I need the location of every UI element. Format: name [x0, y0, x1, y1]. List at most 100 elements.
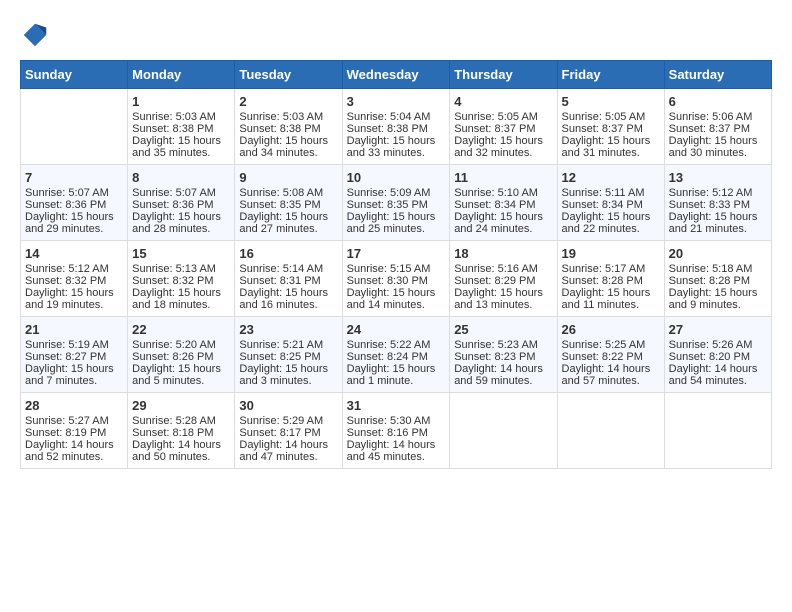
- sunrise-text: Sunrise: 5:03 AM: [239, 111, 323, 123]
- sunset-text: Sunset: 8:31 PM: [239, 275, 320, 287]
- daylight-text: Daylight: 15 hours and 25 minutes.: [347, 211, 436, 235]
- sunset-text: Sunset: 8:33 PM: [669, 199, 750, 211]
- calendar-cell: 4Sunrise: 5:05 AMSunset: 8:37 PMDaylight…: [450, 89, 557, 165]
- daylight-text: Daylight: 15 hours and 19 minutes.: [25, 287, 114, 311]
- calendar-cell: 1Sunrise: 5:03 AMSunset: 8:38 PMDaylight…: [128, 89, 235, 165]
- daylight-text: Daylight: 15 hours and 5 minutes.: [132, 363, 221, 387]
- calendar-cell: [450, 393, 557, 469]
- daylight-text: Daylight: 15 hours and 31 minutes.: [562, 135, 651, 159]
- sunrise-text: Sunrise: 5:07 AM: [25, 187, 109, 199]
- week-row-5: 28Sunrise: 5:27 AMSunset: 8:19 PMDayligh…: [21, 393, 772, 469]
- page-header: [20, 20, 772, 50]
- day-number: 15: [132, 246, 230, 261]
- sunset-text: Sunset: 8:35 PM: [347, 199, 428, 211]
- day-number: 19: [562, 246, 660, 261]
- calendar-cell: 2Sunrise: 5:03 AMSunset: 8:38 PMDaylight…: [235, 89, 342, 165]
- day-number: 31: [347, 398, 446, 413]
- sunrise-text: Sunrise: 5:05 AM: [454, 111, 538, 123]
- daylight-text: Daylight: 15 hours and 16 minutes.: [239, 287, 328, 311]
- calendar-cell: 10Sunrise: 5:09 AMSunset: 8:35 PMDayligh…: [342, 165, 450, 241]
- calendar-cell: 15Sunrise: 5:13 AMSunset: 8:32 PMDayligh…: [128, 241, 235, 317]
- sunrise-text: Sunrise: 5:28 AM: [132, 415, 216, 427]
- sunset-text: Sunset: 8:22 PM: [562, 351, 643, 363]
- day-number: 9: [239, 170, 337, 185]
- daylight-text: Daylight: 14 hours and 59 minutes.: [454, 363, 543, 387]
- sunrise-text: Sunrise: 5:15 AM: [347, 263, 431, 275]
- sunset-text: Sunset: 8:37 PM: [562, 123, 643, 135]
- daylight-text: Daylight: 15 hours and 22 minutes.: [562, 211, 651, 235]
- sunrise-text: Sunrise: 5:23 AM: [454, 339, 538, 351]
- calendar-cell: 8Sunrise: 5:07 AMSunset: 8:36 PMDaylight…: [128, 165, 235, 241]
- calendar-cell: 13 Sunrise: 5:12 AMSunset: 8:33 PMDayligh…: [664, 165, 771, 241]
- day-number: 22: [132, 322, 230, 337]
- sunset-text: Sunset: 8:37 PM: [454, 123, 535, 135]
- day-number: 7: [25, 170, 123, 185]
- sunrise-text: Sunrise: 5:22 AM: [347, 339, 431, 351]
- day-number: 24: [347, 322, 446, 337]
- sunset-text: Sunset: 8:25 PM: [239, 351, 320, 363]
- sunrise-text: Sunrise: 5:07 AM: [132, 187, 216, 199]
- calendar-cell: 29Sunrise: 5:28 AMSunset: 8:18 PMDayligh…: [128, 393, 235, 469]
- calendar-cell: 6Sunrise: 5:06 AMSunset: 8:37 PMDaylight…: [664, 89, 771, 165]
- calendar-cell: [664, 393, 771, 469]
- day-number: 4: [454, 94, 552, 109]
- calendar-cell: 3Sunrise: 5:04 AMSunset: 8:38 PMDaylight…: [342, 89, 450, 165]
- sunrise-text: Sunrise: 5:03 AM: [132, 111, 216, 123]
- sunset-text: Sunset: 8:34 PM: [562, 199, 643, 211]
- calendar-cell: 18Sunrise: 5:16 AMSunset: 8:29 PMDayligh…: [450, 241, 557, 317]
- day-number: 18: [454, 246, 552, 261]
- sunset-text: Sunset: 8:32 PM: [132, 275, 213, 287]
- daylight-text: Daylight: 15 hours and 28 minutes.: [132, 211, 221, 235]
- day-number: 2: [239, 94, 337, 109]
- daylight-text: Daylight: 15 hours and 34 minutes.: [239, 135, 328, 159]
- logo-icon: [20, 20, 50, 50]
- day-number: 11: [454, 170, 552, 185]
- sunset-text: Sunset: 8:38 PM: [132, 123, 213, 135]
- daylight-text: Daylight: 15 hours and 3 minutes.: [239, 363, 328, 387]
- week-row-2: 7Sunrise: 5:07 AMSunset: 8:36 PMDaylight…: [21, 165, 772, 241]
- sunrise-text: Sunrise: 5:30 AM: [347, 415, 431, 427]
- sunset-text: Sunset: 8:35 PM: [239, 199, 320, 211]
- day-number: 5: [562, 94, 660, 109]
- day-number: 17: [347, 246, 446, 261]
- sunrise-text: Sunrise: 5:10 AM: [454, 187, 538, 199]
- calendar-cell: 21Sunrise: 5:19 AMSunset: 8:27 PMDayligh…: [21, 317, 128, 393]
- day-number: 12: [562, 170, 660, 185]
- calendar-cell: [21, 89, 128, 165]
- sunset-text: Sunset: 8:34 PM: [454, 199, 535, 211]
- daylight-text: Daylight: 14 hours and 47 minutes.: [239, 439, 328, 463]
- daylight-text: Daylight: 15 hours and 21 minutes.: [669, 211, 758, 235]
- sunset-text: Sunset: 8:19 PM: [25, 427, 106, 439]
- day-number: 13: [669, 170, 767, 185]
- sunset-text: Sunset: 8:26 PM: [132, 351, 213, 363]
- daylight-text: Daylight: 15 hours and 11 minutes.: [562, 287, 651, 311]
- sunrise-text: Sunrise: 5:29 AM: [239, 415, 323, 427]
- sunrise-text: Sunrise: 5:12 AM: [669, 187, 753, 199]
- daylight-text: Daylight: 14 hours and 54 minutes.: [669, 363, 758, 387]
- daylight-text: Daylight: 15 hours and 33 minutes.: [347, 135, 436, 159]
- sunrise-text: Sunrise: 5:25 AM: [562, 339, 646, 351]
- daylight-text: Daylight: 14 hours and 52 minutes.: [25, 439, 114, 463]
- sunrise-text: Sunrise: 5:18 AM: [669, 263, 753, 275]
- day-number: 30: [239, 398, 337, 413]
- sunrise-text: Sunrise: 5:21 AM: [239, 339, 323, 351]
- sunset-text: Sunset: 8:27 PM: [25, 351, 106, 363]
- sunrise-text: Sunrise: 5:13 AM: [132, 263, 216, 275]
- sunrise-text: Sunrise: 5:11 AM: [562, 187, 645, 199]
- calendar-cell: 5 Sunrise: 5:05 AMSunset: 8:37 PMDaylight…: [557, 89, 664, 165]
- calendar-cell: 20Sunrise: 5:18 AMSunset: 8:28 PMDayligh…: [664, 241, 771, 317]
- sunrise-text: Sunrise: 5:05 AM: [562, 111, 646, 123]
- calendar-cell: 19Sunrise: 5:17 AMSunset: 8:28 PMDayligh…: [557, 241, 664, 317]
- day-number: 14: [25, 246, 123, 261]
- calendar-cell: 23Sunrise: 5:21 AMSunset: 8:25 PMDayligh…: [235, 317, 342, 393]
- sunset-text: Sunset: 8:36 PM: [132, 199, 213, 211]
- daylight-text: Daylight: 14 hours and 57 minutes.: [562, 363, 651, 387]
- calendar-cell: 25Sunrise: 5:23 AMSunset: 8:23 PMDayligh…: [450, 317, 557, 393]
- header-saturday: Saturday: [664, 61, 771, 89]
- calendar-table: SundayMondayTuesdayWednesdayThursdayFrid…: [20, 60, 772, 469]
- calendar-cell: 24Sunrise: 5:22 AMSunset: 8:24 PMDayligh…: [342, 317, 450, 393]
- sunrise-text: Sunrise: 5:19 AM: [25, 339, 109, 351]
- header-friday: Friday: [557, 61, 664, 89]
- calendar-cell: 31Sunrise: 5:30 AMSunset: 8:16 PMDayligh…: [342, 393, 450, 469]
- header-sunday: Sunday: [21, 61, 128, 89]
